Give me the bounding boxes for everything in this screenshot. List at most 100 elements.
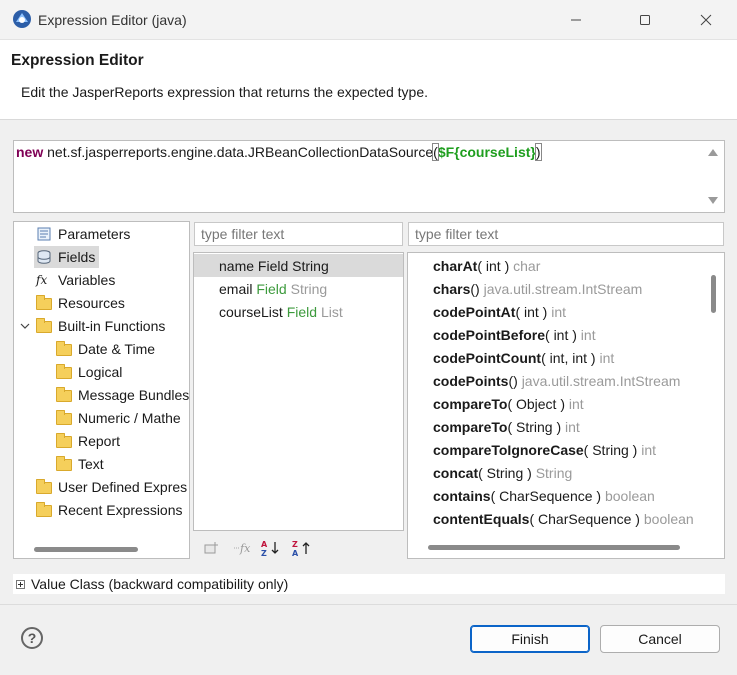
- method-args: (): [508, 372, 518, 389]
- header-description: Edit the JasperReports expression that r…: [21, 84, 429, 100]
- folder-icon: [56, 364, 72, 379]
- field-name: email: [219, 280, 253, 297]
- header-title: Expression Editor: [11, 52, 144, 69]
- method-args: ( int ): [545, 326, 577, 343]
- method-args: ( String ): [583, 441, 638, 458]
- cancel-button[interactable]: Cancel: [600, 625, 720, 653]
- method-name: contentEquals: [433, 510, 530, 527]
- expression-field-ref: $F{courseList}: [437, 144, 536, 160]
- tree-item-label: Logical: [78, 364, 123, 380]
- method-args: ( int ): [515, 303, 548, 320]
- tree-horizontal-scrollbar[interactable]: [34, 547, 138, 552]
- folder-icon: [56, 387, 72, 402]
- sort-ascending-button[interactable]: AZ: [260, 538, 282, 558]
- tree-item-message-bundles[interactable]: Message Bundles: [56, 384, 189, 406]
- methods-horizontal-scrollbar[interactable]: [428, 545, 680, 550]
- method-name: codePointAt: [433, 303, 516, 320]
- list-item[interactable]: courseList Field List: [194, 300, 343, 323]
- method-args: (): [470, 280, 480, 297]
- close-icon: [700, 14, 712, 26]
- expression-text[interactable]: new net.sf.jasperreports.engine.data.JRB…: [16, 143, 542, 161]
- tree-item-date-time[interactable]: Date & Time: [56, 338, 155, 360]
- close-button[interactable]: [683, 0, 729, 40]
- method-return: boolean: [604, 487, 655, 504]
- svg-text:Z: Z: [292, 540, 298, 549]
- folder-icon: [36, 318, 52, 333]
- sort-descending-button[interactable]: ZA: [291, 538, 313, 558]
- tree-item-label: Parameters: [58, 226, 131, 242]
- folder-icon: [36, 502, 52, 517]
- method-name: contains: [433, 487, 491, 504]
- finish-button[interactable]: Finish: [470, 625, 590, 653]
- fields-icon: [36, 249, 52, 265]
- expand-plus-icon[interactable]: [16, 579, 25, 589]
- list-item[interactable]: contains( CharSequence ) boolean: [408, 484, 655, 507]
- tree-item-label: Message Bundles: [78, 387, 190, 403]
- list-item[interactable]: codePointBefore( int ) int: [408, 323, 596, 346]
- list-item[interactable]: email Field String: [194, 277, 327, 300]
- list-item[interactable]: compareToIgnoreCase( String ) int: [408, 438, 656, 461]
- list-item[interactable]: codePoints() java.util.stream.IntStream: [408, 369, 680, 392]
- method-return: boolean: [643, 510, 694, 527]
- chevron-down-icon[interactable]: [19, 320, 31, 332]
- parameters-icon: [36, 226, 52, 242]
- tree-item-logical[interactable]: Logical: [56, 361, 122, 383]
- expression-editor[interactable]: new net.sf.jasperreports.engine.data.JRB…: [13, 140, 725, 213]
- method-return: int: [565, 418, 580, 435]
- method-return: java.util.stream.IntStream: [521, 372, 681, 389]
- maximize-button[interactable]: [622, 0, 668, 40]
- sort-ascending-icon: AZ: [261, 540, 279, 557]
- category-tree[interactable]: Parameters Fields fx Variables Resources…: [13, 221, 190, 559]
- tree-item-recent-expressions[interactable]: Recent Expressions: [36, 499, 183, 521]
- scroll-up-arrow-icon[interactable]: [708, 149, 718, 156]
- tree-item-parameters[interactable]: Parameters: [36, 223, 130, 245]
- scroll-down-arrow-icon[interactable]: [708, 197, 718, 204]
- list-item[interactable]: compareTo( Object ) int: [408, 392, 584, 415]
- method-name: compareTo: [433, 418, 508, 435]
- tree-item-label: Report: [78, 433, 121, 449]
- tree-item-report[interactable]: Report: [56, 430, 120, 452]
- method-return: String: [535, 464, 573, 481]
- tree-item-label: Built-in Functions: [58, 318, 166, 334]
- fields-list[interactable]: name Field String email Field String cou…: [193, 252, 404, 531]
- methods-filter-input[interactable]: type filter text: [408, 222, 724, 246]
- help-button[interactable]: ?: [21, 627, 43, 649]
- tree-item-label: Recent Expressions: [58, 502, 183, 518]
- list-item[interactable]: codePointAt( int ) int: [408, 300, 566, 323]
- folder-icon: [36, 479, 52, 494]
- tree-item-fields[interactable]: Fields: [34, 246, 100, 268]
- minimize-button[interactable]: [553, 0, 599, 40]
- list-item[interactable]: charAt( int ) char: [408, 254, 540, 277]
- field-name: courseList: [219, 303, 283, 320]
- tree-item-resources[interactable]: Resources: [36, 292, 125, 314]
- tree-item-built-in-functions[interactable]: Built-in Functions: [19, 315, 165, 337]
- method-name: compareToIgnoreCase: [433, 441, 584, 458]
- title-bar: Expression Editor (java): [0, 0, 737, 40]
- tree-item-numeric-math[interactable]: Numeric / Mathe: [56, 407, 181, 429]
- folder-icon: [56, 410, 72, 425]
- tree-item-label: Variables: [58, 272, 116, 288]
- list-item[interactable]: contentEquals( CharSequence ) boolean: [408, 507, 694, 530]
- list-item[interactable]: name Field String: [194, 254, 403, 277]
- method-return: int: [641, 441, 657, 458]
- methods-list[interactable]: charAt( int ) char chars() java.util.str…: [407, 252, 725, 559]
- add-field-button[interactable]: [200, 538, 222, 558]
- methods-vertical-scrollbar[interactable]: [711, 275, 716, 313]
- tree-item-text[interactable]: Text: [56, 453, 104, 475]
- value-class-section[interactable]: Value Class (backward compatibility only…: [13, 574, 725, 594]
- list-item[interactable]: compareTo( String ) int: [408, 415, 580, 438]
- tree-item-variables[interactable]: fx Variables: [36, 269, 115, 291]
- resources-icon: [36, 295, 52, 310]
- method-return: java.util.stream.IntStream: [483, 280, 643, 297]
- list-item[interactable]: codePointCount( int, int ) int: [408, 346, 614, 369]
- expression-class-call: net.sf.jasperreports.engine.data.JRBeanC…: [43, 144, 434, 160]
- tree-item-label: Text: [78, 456, 104, 472]
- list-item[interactable]: chars() java.util.stream.IntStream: [408, 277, 642, 300]
- tree-item-user-defined[interactable]: User Defined Expres: [36, 476, 187, 498]
- help-icon: ?: [27, 630, 37, 646]
- list-item[interactable]: concat( String ) String: [408, 461, 572, 484]
- fields-filter-input[interactable]: type filter text: [194, 222, 403, 246]
- method-name: compareTo: [433, 395, 508, 412]
- method-args: ( Object ): [507, 395, 566, 412]
- function-button[interactable]: fx: [231, 538, 253, 558]
